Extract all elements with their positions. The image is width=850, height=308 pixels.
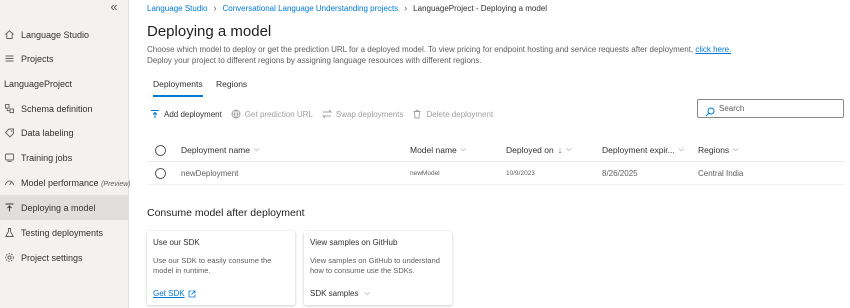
chevron-down-icon: ⌵	[253, 146, 260, 153]
breadcrumb-current: LanguageProject - Deploying a model	[413, 3, 548, 13]
sidebar-item-label: Project settings	[21, 252, 83, 263]
card-description: View samples on GitHub to understand how…	[310, 256, 440, 275]
schema-icon	[4, 103, 15, 114]
external-link-icon	[188, 290, 196, 298]
cell-deployment-name: newDeployment	[181, 168, 239, 178]
sidebar-item-deploying-a-model[interactable]: Deploying a model	[0, 195, 129, 220]
sidebar-item-project-settings[interactable]: Project settings	[0, 245, 129, 270]
add-deployment-button[interactable]: Add deployment	[150, 109, 222, 119]
sidebar-item-projects[interactable]: Projects	[0, 46, 129, 71]
page-title: Deploying a model	[147, 23, 272, 40]
chevron-right-icon: ›	[213, 3, 217, 13]
deploy-add-icon	[150, 109, 160, 119]
column-header-model-name[interactable]: Model name ⌵	[410, 139, 466, 161]
cell-model-name: newModel	[410, 169, 440, 177]
chevron-down-icon: ⌵	[566, 146, 572, 153]
chevron-down-icon: ⌵	[733, 146, 739, 153]
column-header-deployed-on[interactable]: Deployed on ↓ ⌵	[506, 139, 572, 161]
column-header-regions[interactable]: Regions ⌵	[698, 139, 739, 161]
trash-icon	[412, 109, 422, 119]
chevron-down-icon: ⌵	[364, 289, 370, 297]
sidebar-item-label: Projects	[21, 53, 54, 64]
sidebar-item-label: Testing deployments	[21, 227, 104, 238]
sdk-card: Use our SDK Use our SDK to easily consum…	[147, 231, 295, 305]
swap-icon	[321, 109, 332, 119]
sort-descending-icon: ↓	[557, 145, 563, 155]
github-samples-card: View samples on GitHub View samples on G…	[304, 231, 452, 305]
sidebar-item-label: Model performance (Preview)	[21, 177, 131, 188]
card-title: View samples on GitHub	[310, 238, 398, 247]
sidebar-item-testing-deployments[interactable]: Testing deployments	[0, 220, 129, 245]
breadcrumb-link-language-studio[interactable]: Language Studio	[147, 4, 208, 13]
search-icon	[705, 104, 715, 116]
tab-regions[interactable]: Regions	[216, 79, 247, 89]
cell-deployment-expiry: 8/26/2025	[602, 168, 638, 178]
project-heading: LanguageProject	[4, 79, 73, 89]
sidebar-item-label: Training jobs	[21, 152, 73, 163]
sidebar-item-data-labeling[interactable]: Data labeling	[0, 120, 129, 145]
chevron-down-icon: ⌵	[678, 146, 685, 153]
delete-deployment-button[interactable]: Delete deployment	[412, 109, 493, 119]
consume-section-heading: Consume model after deployment	[147, 207, 305, 219]
tab-deployments[interactable]: Deployments	[153, 79, 203, 97]
card-title: Use our SDK	[153, 238, 200, 247]
sidebar-item-schema-definition[interactable]: Schema definition	[0, 96, 129, 121]
pricing-link[interactable]: click here.	[695, 45, 731, 54]
card-description: Use our SDK to easily consume the model …	[153, 256, 272, 275]
list-icon	[4, 53, 15, 64]
row-select-radio[interactable]	[155, 162, 166, 184]
flask-icon	[4, 227, 15, 238]
breadcrumb-link-clu-projects[interactable]: Conversational Language Understanding pr…	[223, 4, 399, 13]
deploy-icon	[4, 202, 15, 213]
sidebar-item-label: Schema definition	[21, 103, 93, 114]
swap-deployments-button[interactable]: Swap deployments	[321, 109, 403, 119]
left-sidebar: « Language Studio Projects LanguageProje…	[0, 0, 131, 308]
globe-icon	[231, 109, 241, 119]
search-box[interactable]	[697, 99, 844, 118]
sidebar-item-language-studio[interactable]: Language Studio	[0, 22, 129, 47]
get-sdk-link[interactable]: Get SDK	[153, 289, 196, 298]
sidebar-item-label: Language Studio	[21, 29, 90, 40]
gauge-icon	[4, 177, 15, 188]
sidebar-item-label: Data labeling	[21, 127, 74, 138]
table-row[interactable]: newDeployment newModel 10/9/2023 8/26/20…	[147, 162, 845, 185]
gear-icon	[4, 252, 15, 263]
search-input[interactable]	[719, 104, 839, 113]
sidebar-item-label: Deploying a model	[21, 202, 96, 213]
tag-icon	[4, 127, 15, 138]
column-header-deployment-name[interactable]: Deployment name ⌵	[181, 139, 259, 161]
home-icon	[4, 29, 15, 40]
page-description: Choose which model to deploy or get the …	[147, 45, 732, 65]
cell-regions: Central India	[698, 168, 744, 178]
table-header-row: Deployment name ⌵ Model name ⌵ Deployed on…	[147, 139, 845, 162]
command-bar: Add deployment Get prediction URL Swap d…	[150, 107, 502, 121]
sidebar-item-training-jobs[interactable]: Training jobs	[0, 145, 129, 170]
chevron-down-icon: ⌵	[460, 146, 467, 153]
breadcrumb: Language Studio › Conversational Languag…	[147, 3, 547, 13]
main-content: Language Studio › Conversational Languag…	[130, 0, 850, 308]
collapse-sidebar-button[interactable]: «	[106, 0, 122, 15]
chevron-right-icon: ›	[404, 3, 408, 13]
select-all-radio[interactable]	[155, 139, 166, 161]
sdk-samples-dropdown[interactable]: SDK samples ⌵	[310, 289, 370, 298]
cell-deployed-on: 10/9/2023	[506, 169, 535, 177]
preview-tag: (Preview)	[101, 180, 131, 188]
column-header-deployment-expiry[interactable]: Deployment expir... ⌵	[602, 139, 684, 161]
get-prediction-url-button[interactable]: Get prediction URL	[231, 109, 313, 119]
sidebar-item-model-performance[interactable]: Model performance (Preview)	[0, 170, 131, 195]
training-icon	[4, 152, 15, 163]
